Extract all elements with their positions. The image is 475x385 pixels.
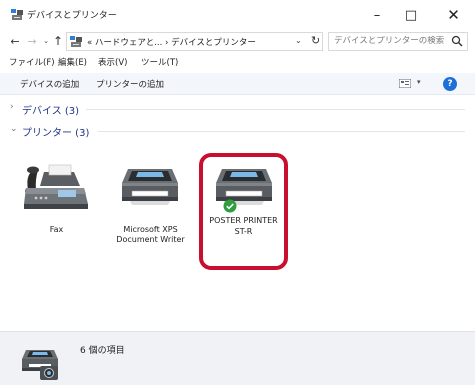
devices-printers-icon <box>11 9 23 20</box>
address-bar[interactable]: « ハードウェアと... › デバイスとプリンター ⌄ ↻ <box>66 32 323 51</box>
devices-printers-icon <box>22 350 58 380</box>
chevron-right-icon[interactable]: › <box>10 102 14 112</box>
view-options-icon[interactable] <box>399 79 411 88</box>
devices-printers-icon <box>70 36 82 47</box>
details-pane: 6 個の項目 <box>0 331 475 385</box>
group-label-devices[interactable]: デバイス (3) <box>22 102 79 117</box>
add-printer-button[interactable]: プリンターの追加 <box>96 78 164 90</box>
menu-bar: ファイル(F) 編集(E) 表示(V) ツール(T) <box>0 56 475 70</box>
highlight-annotation <box>199 153 288 270</box>
view-dropdown-icon[interactable]: ▾ <box>417 78 421 86</box>
search-box[interactable] <box>328 32 468 51</box>
menu-file[interactable]: ファイル(F) <box>9 56 55 68</box>
search-input[interactable] <box>334 36 444 46</box>
chevron-down-icon[interactable]: ⌄ <box>10 124 18 134</box>
search-icon[interactable] <box>451 35 463 47</box>
group-divider <box>86 109 465 110</box>
group-label-printers[interactable]: プリンター (3) <box>22 124 89 139</box>
refresh-button[interactable]: ↻ <box>311 34 320 47</box>
menu-tools[interactable]: ツール(T) <box>141 56 178 68</box>
group-header-printers[interactable]: ⌄ プリンター (3) <box>10 124 465 139</box>
window-title: デバイスとプリンター <box>27 11 117 21</box>
group-divider <box>98 131 465 132</box>
add-device-button[interactable]: デバイスの追加 <box>20 78 79 90</box>
fax-icon <box>24 164 88 209</box>
printer-label: Fax <box>49 225 64 234</box>
maximize-button[interactable]: □ <box>394 0 428 30</box>
help-button[interactable]: ? <box>443 77 457 91</box>
navigation-bar: ← → ⌄ ↑ « ハードウェアと... › デバイスとプリンター ⌄ ↻ <box>0 30 475 54</box>
breadcrumb[interactable]: « ハードウェアと... › デバイスとプリンター <box>87 36 256 48</box>
printer-label: Document Writer <box>116 235 185 244</box>
menu-view[interactable]: 表示(V) <box>98 56 127 68</box>
close-button[interactable]: ✕ <box>432 0 475 30</box>
address-dropdown-icon[interactable]: ⌄ <box>295 36 302 45</box>
title-bar: デバイスとプリンター – □ ✕ <box>0 0 475 30</box>
forward-button[interactable]: → <box>25 33 39 49</box>
minimize-button[interactable]: – <box>360 0 394 30</box>
command-bar: デバイスの追加 プリンターの追加 ▾ ? <box>0 73 475 95</box>
printer-item-fax[interactable]: Fax <box>14 155 99 270</box>
group-header-devices[interactable]: › デバイス (3) <box>10 102 465 117</box>
item-count: 6 個の項目 <box>80 346 125 356</box>
printer-item-xps[interactable]: Microsoft XPS Document Writer <box>108 155 193 270</box>
menu-edit[interactable]: 編集(E) <box>58 56 87 68</box>
printer-label: Microsoft XPS <box>123 225 178 234</box>
up-button[interactable]: ↑ <box>51 33 65 49</box>
printer-icon <box>122 169 178 205</box>
back-button[interactable]: ← <box>8 33 22 49</box>
